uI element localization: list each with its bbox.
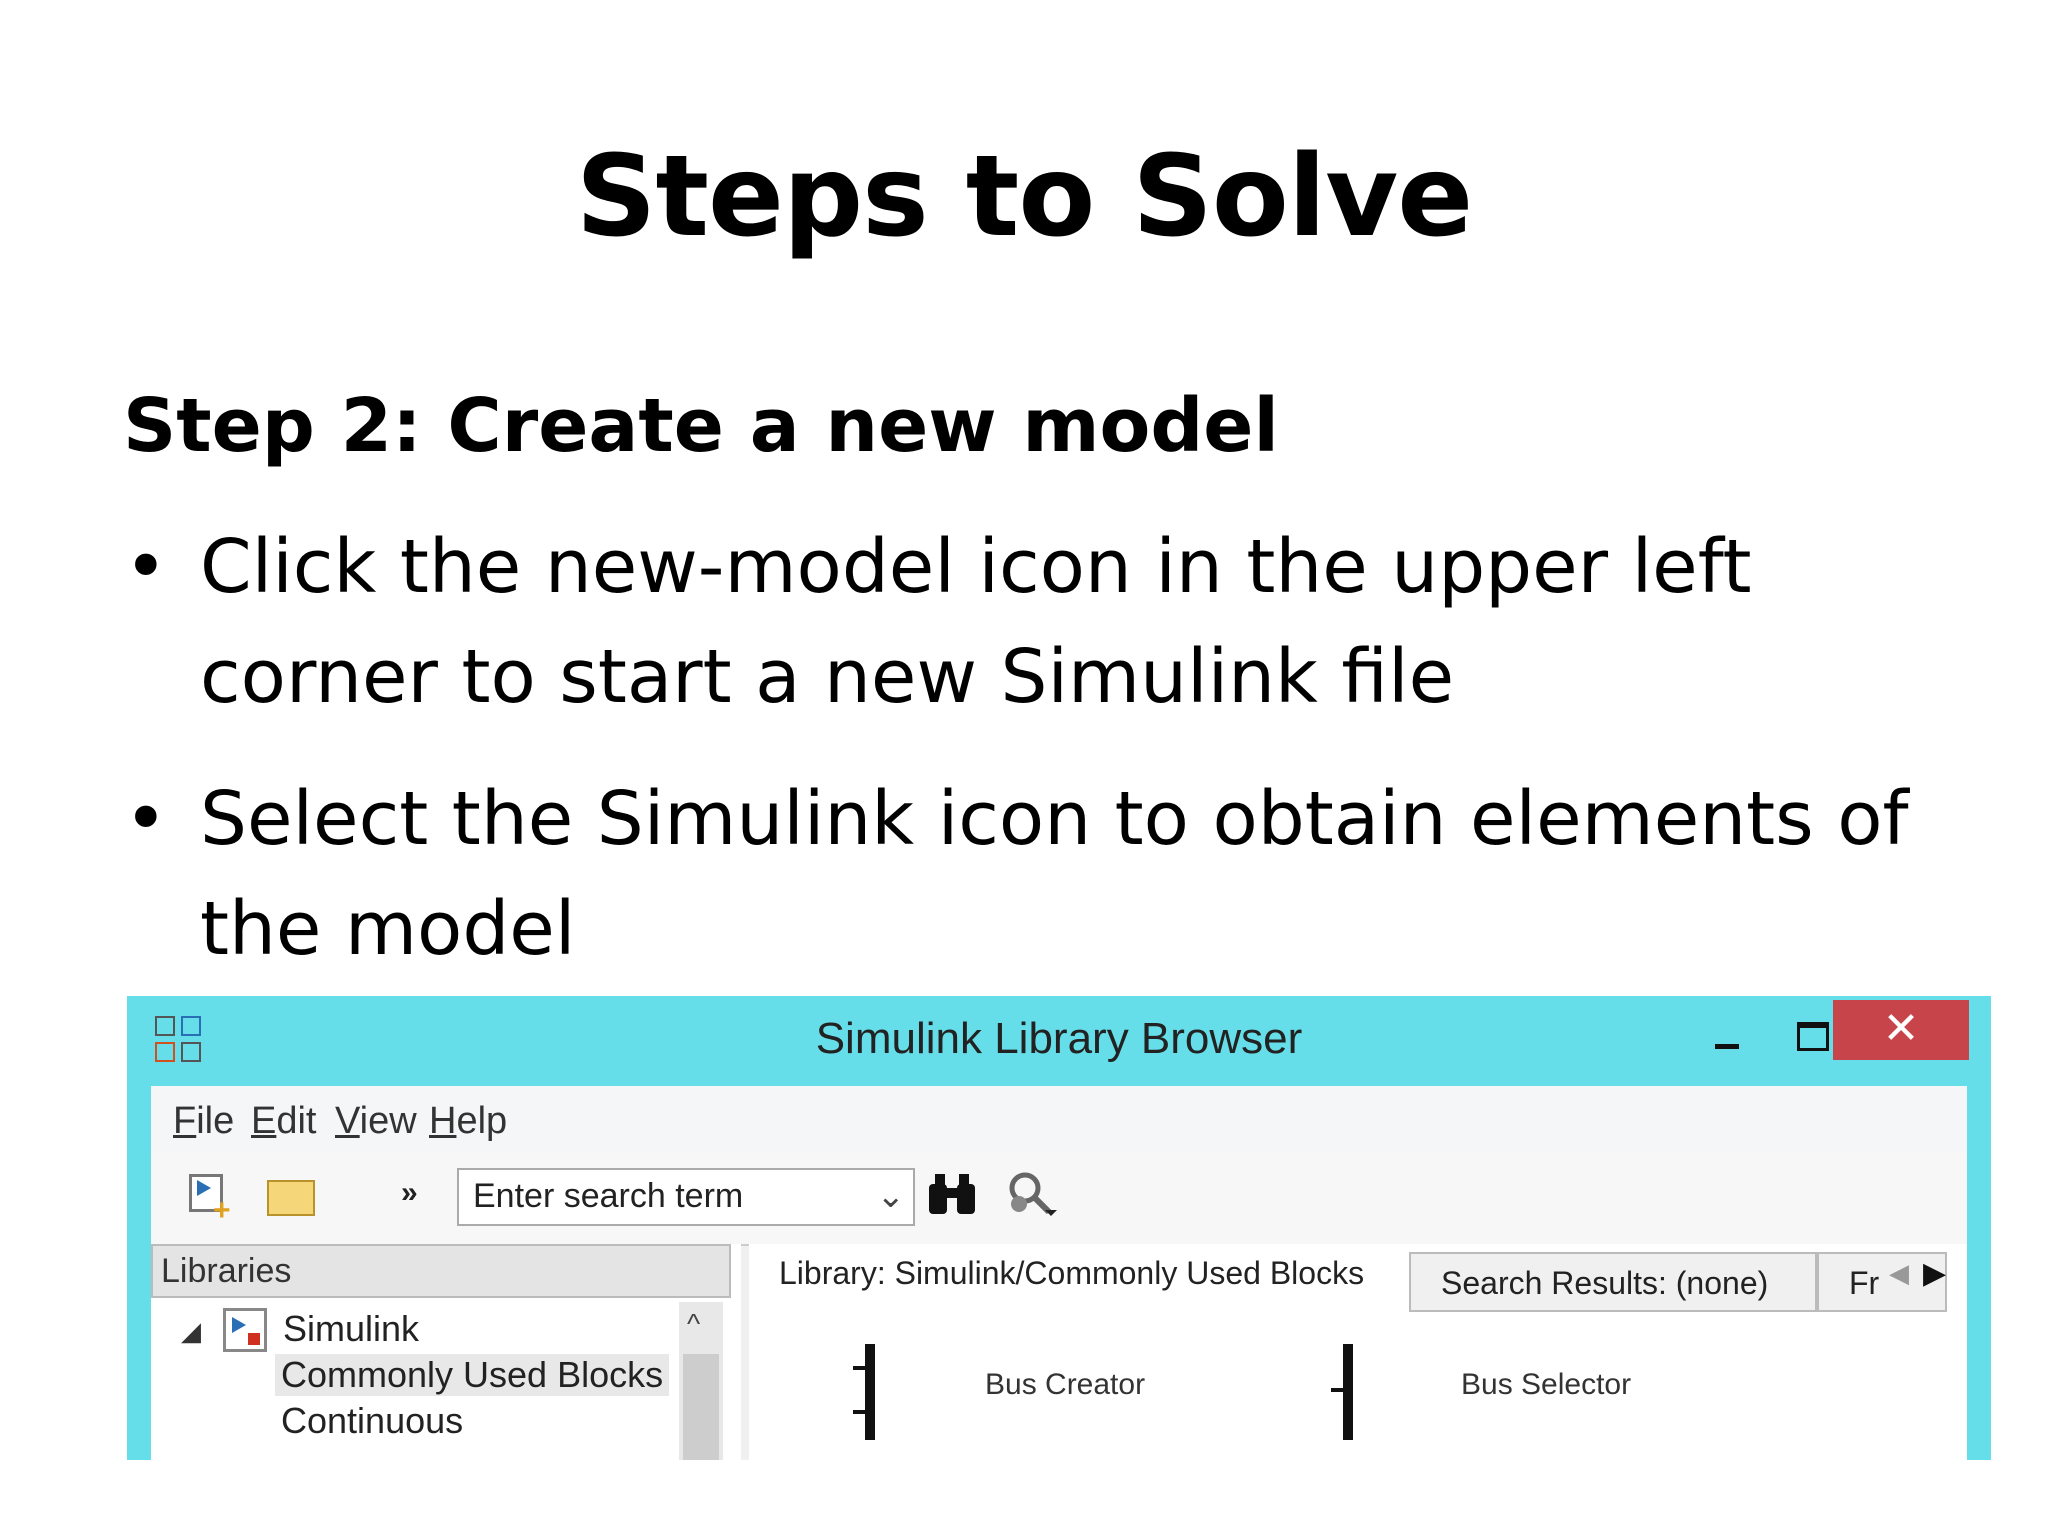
search-options-icon[interactable] — [1005, 1166, 1059, 1220]
tree-item-continuous[interactable]: Continuous — [281, 1400, 463, 1442]
tab-search-results[interactable]: Search Results: (none) — [1409, 1252, 1817, 1312]
step-heading: Step 2: Create a new model — [123, 383, 1279, 469]
close-button[interactable]: ✕ — [1833, 1000, 1969, 1060]
scrollbar-thumb[interactable] — [683, 1354, 719, 1460]
libraries-panel: Libraries ◢ Simulink Commonly Used Block… — [151, 1244, 741, 1460]
bullet-select-simulink: • Select the Simulink icon to obtain ele… — [124, 764, 1940, 984]
menu-file[interactable]: File — [173, 1100, 234, 1143]
new-model-icon[interactable]: + — [185, 1170, 239, 1226]
bullet-text: Select the Simulink icon to obtain eleme… — [200, 776, 1909, 972]
minimize-button[interactable] — [1693, 1010, 1763, 1070]
search-input[interactable] — [473, 1176, 863, 1216]
scroll-up-icon[interactable]: ^ — [687, 1308, 700, 1340]
search-combobox[interactable]: ⌄ — [457, 1168, 915, 1226]
tab-scroll-right-icon[interactable]: ▶ — [1923, 1256, 1946, 1291]
title-bar[interactable]: Simulink Library Browser ✕ — [127, 996, 1991, 1086]
tab-scroll-left-icon[interactable]: ◀ — [1889, 1258, 1909, 1289]
menu-view[interactable]: View — [335, 1100, 417, 1143]
toolbar: + » ⌄ — [151, 1152, 1967, 1246]
bullet-text: Click the new-model icon in the upper le… — [200, 524, 1752, 720]
menu-bar: File Edit View Help — [151, 1086, 1967, 1153]
library-tree: ◢ Simulink Commonly Used Blocks Continuo… — [151, 1302, 731, 1460]
bullet-new-model: • Click the new-model icon in the upper … — [124, 512, 1940, 732]
simulink-library-browser-window: Simulink Library Browser ✕ File Edit Vie… — [127, 996, 1991, 1460]
bus-creator-label: Bus Creator — [985, 1368, 1146, 1401]
libraries-header: Libraries — [151, 1244, 731, 1298]
chevron-down-icon[interactable]: ⌄ — [877, 1176, 906, 1216]
menu-help[interactable]: Help — [429, 1100, 507, 1143]
bus-creator-block-icon[interactable] — [849, 1344, 889, 1440]
close-icon: ✕ — [1882, 1004, 1920, 1053]
bus-selector-block-icon[interactable] — [1327, 1344, 1367, 1440]
slide-title: Steps to Solve — [575, 132, 1473, 262]
simulink-library-icon[interactable] — [223, 1308, 267, 1352]
tree-expand-icon[interactable]: ◢ — [181, 1316, 201, 1347]
tree-item-simulink[interactable]: Simulink — [283, 1308, 419, 1350]
open-folder-icon[interactable] — [265, 1170, 319, 1224]
menu-edit[interactable]: Edit — [251, 1100, 317, 1143]
library-content-panel: Library: Simulink/Commonly Used Blocks S… — [749, 1244, 1967, 1460]
bullet-dot: • — [124, 524, 168, 610]
toolbar-overflow-icon[interactable]: » — [401, 1176, 418, 1210]
tree-scrollbar[interactable]: ^ — [679, 1302, 723, 1460]
bullet-dot: • — [124, 776, 168, 862]
tree-item-commonly-used-blocks[interactable]: Commonly Used Blocks — [275, 1354, 670, 1396]
browser-client-area: File Edit View Help + » ⌄ — [151, 1086, 1967, 1460]
tab-library[interactable]: Library: Simulink/Commonly Used Blocks — [749, 1244, 1409, 1304]
binoculars-icon[interactable] — [925, 1166, 979, 1220]
bus-selector-label: Bus Selector — [1461, 1368, 1632, 1401]
